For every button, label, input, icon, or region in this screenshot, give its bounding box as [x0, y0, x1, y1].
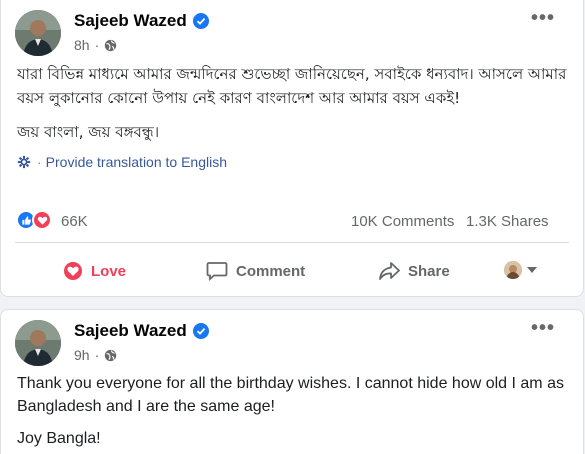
heart-icon [32, 210, 52, 230]
share-button[interactable]: Share [378, 261, 450, 281]
comments-count[interactable]: 10K Comments [351, 213, 454, 230]
comment-icon [206, 262, 228, 281]
divider [15, 242, 569, 243]
love-label: Love [91, 262, 127, 280]
verified-badge-icon [192, 323, 209, 339]
reaction-audience-selector[interactable] [504, 261, 537, 279]
post-paragraph: যারা বিভিন্ন মাধ্যমে আমার জন্মদিনের শুভে… [17, 65, 567, 107]
author-name[interactable]: Sajeeb Wazed [74, 11, 187, 31]
post-time[interactable]: 8h [74, 37, 90, 53]
more-options-icon[interactable]: ••• [531, 8, 555, 28]
verified-badge-icon [192, 13, 209, 29]
post-header: Sajeeb Wazed 8h · ••• [1, 0, 583, 62]
more-options-icon[interactable]: ••• [531, 318, 555, 338]
globe-icon [104, 39, 117, 52]
post-paragraph: Joy Bangla! [17, 430, 101, 447]
post-header: Sajeeb Wazed 9h · ••• [1, 310, 583, 372]
shares-count[interactable]: 1.3K Shares [466, 213, 549, 230]
heart-icon [64, 262, 82, 280]
chevron-down-icon [527, 267, 537, 273]
meta-separator: · [94, 37, 100, 53]
globe-icon [104, 349, 117, 362]
reaction-icons[interactable] [16, 210, 52, 230]
post-meta: 9h · [74, 347, 117, 363]
action-bar: Love Comment Share [1, 253, 583, 289]
gear-icon [17, 155, 31, 169]
post-time[interactable]: 9h [74, 347, 90, 363]
post-card: Sajeeb Wazed 8h · ••• যারা বিভিন্ন মাধ্য… [0, 0, 584, 297]
author-line: Sajeeb Wazed [74, 11, 209, 31]
comment-button[interactable]: Comment [206, 261, 305, 281]
author-line: Sajeeb Wazed [74, 321, 209, 341]
post-paragraph: Thank you everyone for all the birthday … [17, 375, 564, 415]
avatar[interactable] [15, 10, 61, 56]
author-name[interactable]: Sajeeb Wazed [74, 321, 187, 341]
post-stats: 66K 10K Comments 1.3K Shares [1, 204, 583, 234]
translate-link[interactable]: Provide translation to English [46, 154, 227, 170]
avatar[interactable] [15, 320, 61, 366]
avatar [504, 261, 522, 279]
share-label: Share [408, 262, 450, 280]
share-icon [379, 262, 400, 280]
love-button[interactable]: Love [63, 261, 126, 281]
post-paragraph: জয় বাংলা, জয় বঙ্গবন্ধু। [17, 123, 160, 141]
comment-label: Comment [236, 262, 306, 280]
reactions-count[interactable]: 66K [61, 213, 88, 230]
post-text: যারা বিভিন্ন মাধ্যমে আমার জন্মদিনের শুভে… [1, 62, 583, 144]
post-card: Sajeeb Wazed 9h · ••• Thank you everyone… [0, 309, 584, 454]
translate-separator: · [37, 154, 42, 170]
meta-separator: · [94, 347, 100, 363]
translate-row: · Provide translation to English [1, 154, 583, 170]
post-text: Thank you everyone for all the birthday … [1, 372, 583, 450]
post-meta: 8h · [74, 37, 117, 53]
